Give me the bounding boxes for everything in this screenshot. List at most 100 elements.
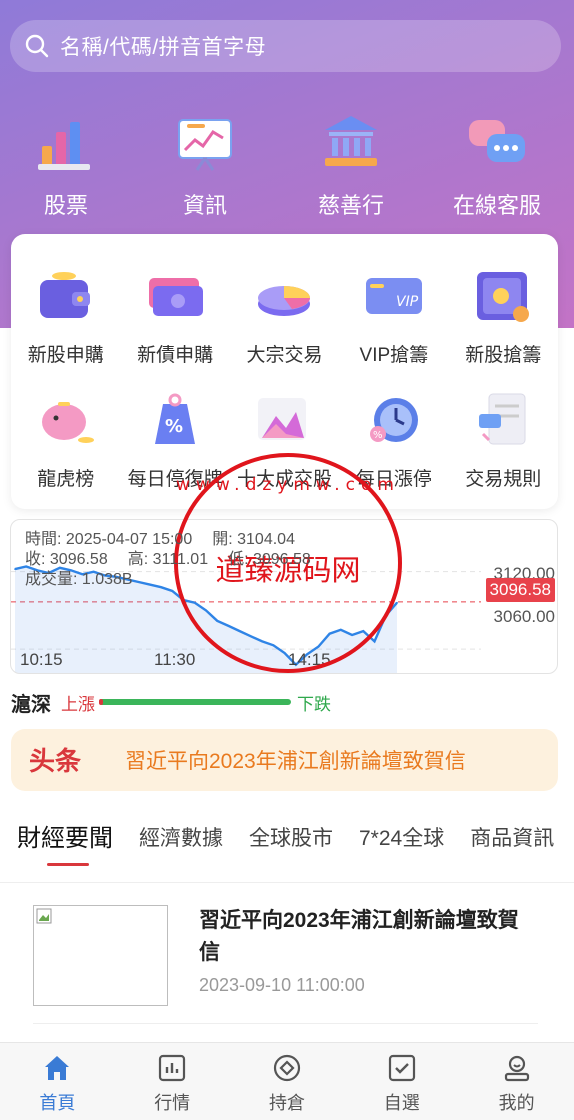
headline-text[interactable]: 習近平向2023年浦江創新論壇致賀信 xyxy=(125,745,466,775)
grid-item-limit-up[interactable]: % 每日漲停 xyxy=(339,388,448,491)
tab-economic-data[interactable]: 經濟數據 xyxy=(139,818,223,868)
bottom-nav-profile[interactable]: 我的 xyxy=(459,1043,574,1120)
price-point xyxy=(340,628,342,631)
x-tick-label: 11:30 xyxy=(154,650,196,669)
grid-item-label: 新股搶籌 xyxy=(465,345,542,366)
feature-grid-row: 龍虎榜 % 每日停復牌 十大成交股 % 每日漲停 交易規則 xyxy=(11,388,558,491)
wallet-icon xyxy=(39,272,90,318)
market-chart-icon xyxy=(159,1054,186,1082)
market-breadth: 滬深 上漲 下跌 xyxy=(11,688,371,716)
tab-commodity-news[interactable]: 商品資訊 xyxy=(470,818,554,868)
grid-item-trading-rules[interactable]: 交易規則 xyxy=(449,388,558,491)
home-icon xyxy=(45,1056,70,1080)
grid-item-label: 大宗交易 xyxy=(246,345,323,366)
news-time: 2023-09-10 11:00:00 xyxy=(199,975,365,995)
price-point xyxy=(272,644,275,647)
x-tick-label: 10:15 xyxy=(20,650,63,669)
tab-global-24h[interactable]: 7*24全球 xyxy=(359,818,444,868)
top-nav-support[interactable]: 在線客服 xyxy=(424,110,570,220)
chart-high: 高: 3111.01 xyxy=(127,551,209,568)
receipt-icon xyxy=(479,393,526,445)
price-point xyxy=(351,634,353,636)
profile-icon xyxy=(504,1055,529,1082)
search-input[interactable]: 名稱/代碼/拼音首字母 xyxy=(60,31,266,61)
bottom-nav-market[interactable]: 行情 xyxy=(115,1043,230,1120)
position-icon xyxy=(273,1054,301,1082)
market-breadth-bar xyxy=(99,699,291,705)
svg-text:%: % xyxy=(373,430,383,441)
toutiao-logo-text: 头条 xyxy=(29,747,82,775)
chart-open: 開: 3104.04 xyxy=(212,531,295,548)
price-point xyxy=(250,635,252,638)
top-nav-charity[interactable]: 慈善行 xyxy=(278,110,424,220)
price-point xyxy=(261,640,263,643)
grid-item-label: 每日漲停 xyxy=(355,469,432,490)
pie-chart-icon xyxy=(258,286,311,316)
y-tick-label: 3060.00 xyxy=(493,607,555,626)
grid-item-dragon-tiger[interactable]: 龍虎榜 xyxy=(11,388,120,491)
top-nav: 股票 資訊 慈善行 在線客服 xyxy=(0,110,574,220)
list-item[interactable]: 習近平向2023年浦江創新論壇致賀信 2023-09-10 11:00:00 xyxy=(33,905,543,1006)
market-up-fill xyxy=(99,699,103,705)
price-point xyxy=(14,568,16,570)
grid-item-label: 每日停復牌 xyxy=(127,469,223,490)
bottom-nav-home[interactable]: 首頁 xyxy=(0,1043,115,1120)
grid-item-block-trade[interactable]: 大宗交易 xyxy=(230,264,339,367)
bottom-nav-positions[interactable]: 持倉 xyxy=(230,1043,345,1120)
bottom-nav-label: 持倉 xyxy=(268,1093,305,1113)
index-chart[interactable]: 時間: 2025-04-07 15:00 開: 3104.04 收: 3096.5… xyxy=(10,519,558,674)
grid-item-ipo-subscribe[interactable]: 新股申購 xyxy=(11,264,120,367)
price-point xyxy=(238,630,241,632)
chart-time: 時間: 2025-04-07 15:00 xyxy=(25,531,193,548)
feature-grid: 新股申購 新債申購 大宗交易 VIP VIP搶籌 新股搶籌 龍虎榜 % 每日停復… xyxy=(11,234,558,509)
top-nav-stocks[interactable]: 股票 xyxy=(0,110,132,220)
news-title[interactable]: 習近平向2023年浦江創新論壇致賀信 xyxy=(199,905,529,969)
market-name: 滬深 xyxy=(11,693,51,716)
price-point xyxy=(317,645,320,648)
grid-item-vip-grab[interactable]: VIP VIP搶籌 xyxy=(339,264,448,367)
chart-low: 低: 3096.58 xyxy=(228,551,311,568)
bottom-nav-label: 首頁 xyxy=(39,1093,76,1113)
grid-item-suspension[interactable]: % 每日停復牌 xyxy=(120,388,229,491)
price-point xyxy=(373,640,376,643)
presentation-board-icon xyxy=(178,119,232,171)
grid-item-label: VIP搶籌 xyxy=(359,345,429,366)
price-point xyxy=(328,632,331,635)
top-nav-label: 在線客服 xyxy=(452,193,541,218)
price-point xyxy=(216,619,219,622)
news-thumbnail xyxy=(33,905,168,1006)
feature-grid-row: 新股申購 新債申購 大宗交易 VIP VIP搶籌 新股搶籌 xyxy=(11,264,558,367)
cash-stack-icon xyxy=(149,278,204,316)
bank-building-icon xyxy=(325,116,377,166)
price-point xyxy=(384,614,387,617)
price-point xyxy=(283,652,286,654)
price-point xyxy=(396,601,398,604)
bottom-nav-label: 行情 xyxy=(154,1093,191,1113)
market-down-label: 下跌 xyxy=(297,694,331,714)
chart-close: 收: 3096.58 xyxy=(25,551,108,568)
safe-icon xyxy=(477,272,530,322)
price-point xyxy=(182,599,185,601)
x-tick-label: 14:15 xyxy=(288,650,331,669)
top-nav-label: 慈善行 xyxy=(317,193,384,218)
bottom-nav-watchlist[interactable]: 自選 xyxy=(344,1043,459,1120)
checkbox-icon xyxy=(388,1054,415,1082)
price-point xyxy=(205,609,207,612)
price-point xyxy=(193,601,196,604)
grid-item-label: 新股申購 xyxy=(27,345,104,366)
grid-item-bond-subscribe[interactable]: 新債申購 xyxy=(120,264,229,367)
vip-card-icon: VIP xyxy=(365,278,422,314)
top-nav-label: 股票 xyxy=(43,193,88,218)
grid-item-ipo-grab[interactable]: 新股搶籌 xyxy=(449,264,558,367)
headline-banner[interactable]: 头条 習近平向2023年浦江創新論壇致賀信 xyxy=(11,729,558,791)
grid-item-label: 十大成交股 xyxy=(236,469,332,490)
tab-finance-news[interactable]: 財經要聞 xyxy=(17,818,113,868)
discount-tag-icon: % xyxy=(155,393,196,444)
bottom-nav-label: 我的 xyxy=(498,1093,535,1113)
grid-item-label: 交易規則 xyxy=(465,469,542,490)
top-nav-news[interactable]: 資訊 xyxy=(132,110,278,220)
svg-text:VIP: VIP xyxy=(396,294,419,310)
search-bar[interactable]: 名稱/代碼/拼音首字母 xyxy=(10,20,561,72)
tab-global-stocks[interactable]: 全球股市 xyxy=(249,818,333,868)
grid-item-top-ten[interactable]: 十大成交股 xyxy=(230,388,339,491)
